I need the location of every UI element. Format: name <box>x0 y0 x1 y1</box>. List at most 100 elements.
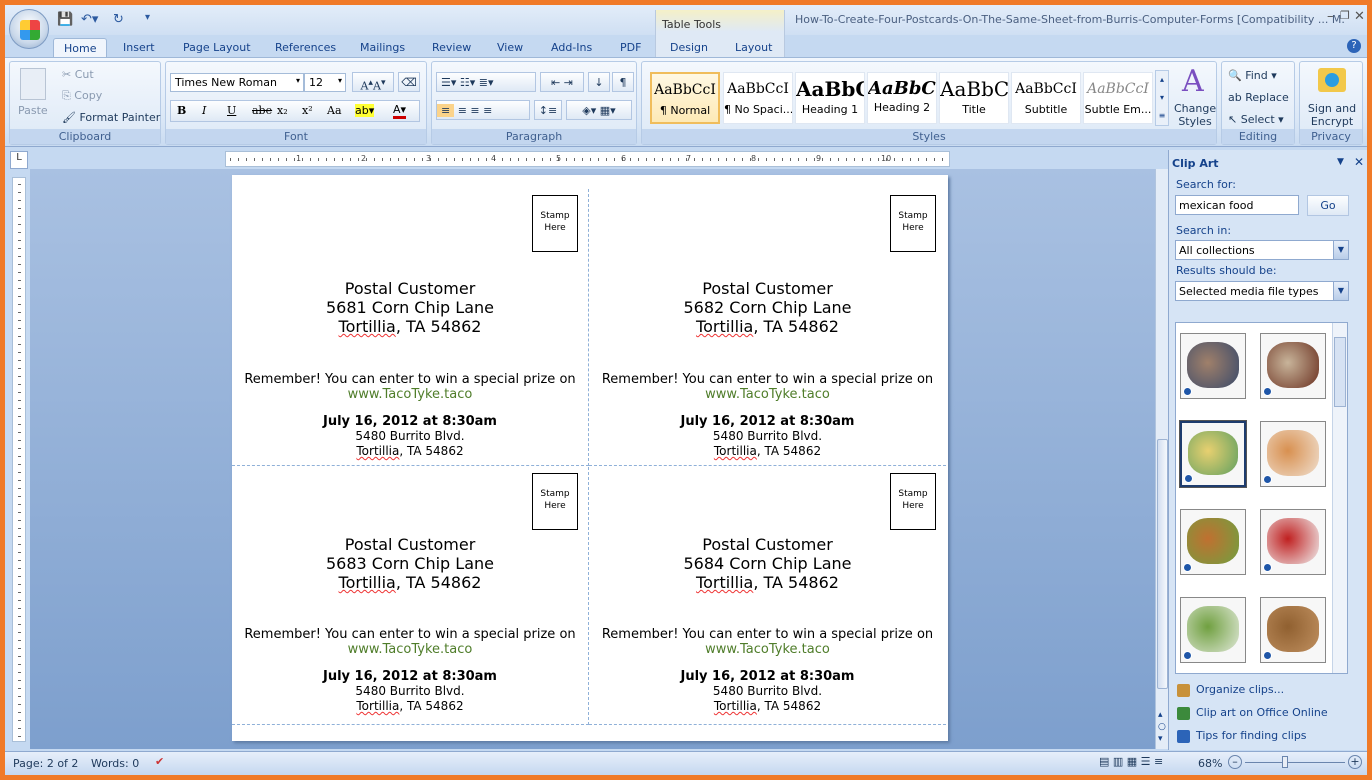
close-button[interactable]: ✕ <box>1354 9 1365 24</box>
go-button[interactable]: Go <box>1307 195 1349 216</box>
clip-thumbnail[interactable] <box>1180 597 1246 663</box>
font-format-button[interactable]: U <box>227 104 236 117</box>
help-icon[interactable]: ? <box>1347 39 1361 53</box>
alignment-buttons[interactable]: ≡ ≡ ≡ ≡ <box>436 100 530 120</box>
font-size-select[interactable]: 12 ▾ <box>304 73 346 92</box>
indent-buttons[interactable]: ⇤ ⇥ <box>540 72 584 92</box>
website-link[interactable]: www.TacoTyke.taco <box>232 387 588 402</box>
horizontal-ruler[interactable]: 1 2 3 4 5 6 7 8 9 10 <box>225 151 950 167</box>
pane-close-icon[interactable]: ✕ <box>1354 155 1364 169</box>
media-types-select[interactable]: Selected media file types ▼ <box>1175 281 1349 301</box>
restore-button[interactable]: ❐ <box>1340 9 1350 22</box>
pane-link[interactable]: Tips for finding clips <box>1177 729 1307 743</box>
clip-thumbnail[interactable] <box>1179 420 1247 488</box>
postcard[interactable]: Stamp Here Postal Customer 5682 Corn Chip … <box>589 189 946 466</box>
results-scrollbar[interactable] <box>1332 323 1347 673</box>
ruler-tick <box>18 536 21 537</box>
tab-insert[interactable]: Insert <box>113 38 165 58</box>
grow-shrink-font-buttons[interactable]: A▴A▾ <box>352 72 394 93</box>
ruler-tick <box>18 472 21 473</box>
tab-page-layout[interactable]: Page Layout <box>173 38 261 58</box>
zoom-in-button[interactable]: + <box>1348 755 1362 769</box>
font-format-button[interactable]: B <box>177 104 186 117</box>
font-format-button[interactable]: abe <box>252 104 272 117</box>
clip-thumbnail[interactable] <box>1260 421 1326 487</box>
style-subtitle[interactable]: AaBbCcI Subtitle <box>1011 72 1081 124</box>
view-buttons[interactable]: ▤ ▥ ▦ ☰ ≡ <box>1099 755 1163 768</box>
sort-icon[interactable]: ↓ <box>588 72 610 92</box>
clip-thumbnail[interactable] <box>1180 333 1246 399</box>
website-link[interactable]: www.TacoTyke.taco <box>589 387 946 402</box>
tab-add-ins[interactable]: Add-Ins <box>541 38 602 58</box>
font-format-button[interactable]: Aa <box>327 104 342 117</box>
shading-borders-buttons[interactable]: ◈▾ ▦▾ <box>566 100 632 120</box>
clip-thumbnail[interactable] <box>1260 597 1326 663</box>
copy-button[interactable]: ⎘ Copy <box>62 89 102 103</box>
paste-button[interactable]: Paste <box>18 104 48 117</box>
clip-thumbnail[interactable] <box>1180 509 1246 575</box>
minimize-button[interactable]: – <box>1327 9 1334 24</box>
sign-encrypt-button[interactable]: Sign and Encrypt <box>1302 102 1362 128</box>
pane-link[interactable]: Organize clips... <box>1177 683 1284 697</box>
styles-scroll[interactable]: ▴ ▾ ≡ <box>1155 70 1169 126</box>
style-no-spaci[interactable]: AaBbCcI ¶ No Spaci... <box>723 72 793 124</box>
font-format-button[interactable]: x₂ <box>277 104 288 117</box>
style-normal[interactable]: AaBbCcI ¶ Normal <box>650 72 720 124</box>
line-spacing-icon[interactable]: ↕≡ <box>534 100 562 120</box>
website-link[interactable]: www.TacoTyke.taco <box>589 642 946 657</box>
font-format-button[interactable]: x² <box>302 104 313 117</box>
search-in-select[interactable]: All collections ▼ <box>1175 240 1349 260</box>
style-title[interactable]: AaBbC Title <box>939 72 1009 124</box>
zoom-out-button[interactable]: – <box>1228 755 1242 769</box>
format-painter-button[interactable]: 🖌 Format Painter <box>62 111 160 124</box>
tab-review[interactable]: Review <box>422 38 481 58</box>
zoom-level[interactable]: 68% <box>1198 757 1222 770</box>
tab-references[interactable]: References <box>265 38 346 58</box>
list-buttons[interactable]: ☰▾ ☷▾ ≣▾ <box>436 72 536 92</box>
page-indicator[interactable]: Page: 2 of 2 <box>13 757 78 770</box>
redo-icon[interactable]: ↻ <box>113 12 124 27</box>
style-heading-2[interactable]: AaBbCc Heading 2 <box>867 72 937 124</box>
tab-pdf[interactable]: PDF <box>610 38 651 58</box>
save-icon[interactable]: 💾 <box>57 12 73 27</box>
find-button[interactable]: 🔍 Find ▾ <box>1228 69 1277 82</box>
postcard[interactable]: Stamp Here Postal Customer 5681 Corn Chip … <box>232 189 589 466</box>
font-name-select[interactable]: Times New Roman ▾ <box>170 73 304 92</box>
pane-menu-icon[interactable]: ▼ <box>1337 157 1344 167</box>
document-page[interactable]: Stamp Here Postal Customer 5681 Corn Chip … <box>232 175 948 741</box>
pane-link[interactable]: Clip art on Office Online <box>1177 706 1328 720</box>
office-button[interactable] <box>9 9 49 49</box>
tab-selector[interactable]: L <box>10 151 28 169</box>
style-subtle-em[interactable]: AaBbCcI Subtle Em... <box>1083 72 1153 124</box>
vertical-ruler[interactable] <box>12 177 26 742</box>
tab-design[interactable]: Design <box>660 38 718 58</box>
font-color-icon[interactable]: A▾ <box>393 103 407 119</box>
replace-button[interactable]: ab Replace <box>1228 91 1289 104</box>
vertical-scrollbar[interactable]: ▴ ○ ▾ <box>1155 169 1169 749</box>
postcard[interactable]: Stamp Here Postal Customer 5684 Corn Chip … <box>589 467 946 725</box>
postcard[interactable]: Stamp Here Postal Customer 5683 Corn Chip … <box>232 467 589 725</box>
show-marks-icon[interactable]: ¶ <box>612 72 634 92</box>
clip-thumbnail[interactable] <box>1260 333 1326 399</box>
clear-formatting-icon[interactable]: ⌫ <box>398 72 420 92</box>
tab-mailings[interactable]: Mailings <box>350 38 415 58</box>
search-input[interactable]: mexican food <box>1175 195 1299 215</box>
change-styles-button[interactable]: Change Styles <box>1174 102 1216 128</box>
proofing-icon[interactable]: ✔ <box>155 755 164 768</box>
undo-icon[interactable]: ↶▾ <box>81 12 98 27</box>
style-heading-1[interactable]: AaBbC Heading 1 <box>795 72 865 124</box>
tab-view[interactable]: View <box>487 38 533 58</box>
highlight-icon[interactable]: ab▾ <box>355 104 375 117</box>
font-format-button[interactable]: I <box>202 104 206 117</box>
website-link[interactable]: www.TacoTyke.taco <box>232 642 588 657</box>
customize-icon[interactable]: ▾ <box>145 12 150 23</box>
browse-object-buttons[interactable]: ▴ ○ ▾ <box>1158 709 1166 745</box>
word-count[interactable]: Words: 0 <box>91 757 139 770</box>
clip-thumbnail[interactable] <box>1260 509 1326 575</box>
tab-layout[interactable]: Layout <box>725 38 782 58</box>
cut-button[interactable]: ✂ Cut <box>62 68 94 81</box>
select-button[interactable]: ↖ Select ▾ <box>1228 113 1284 126</box>
zoom-slider[interactable] <box>1245 762 1345 763</box>
tab-home[interactable]: Home <box>53 38 108 58</box>
zoom-slider-thumb[interactable] <box>1282 756 1289 768</box>
